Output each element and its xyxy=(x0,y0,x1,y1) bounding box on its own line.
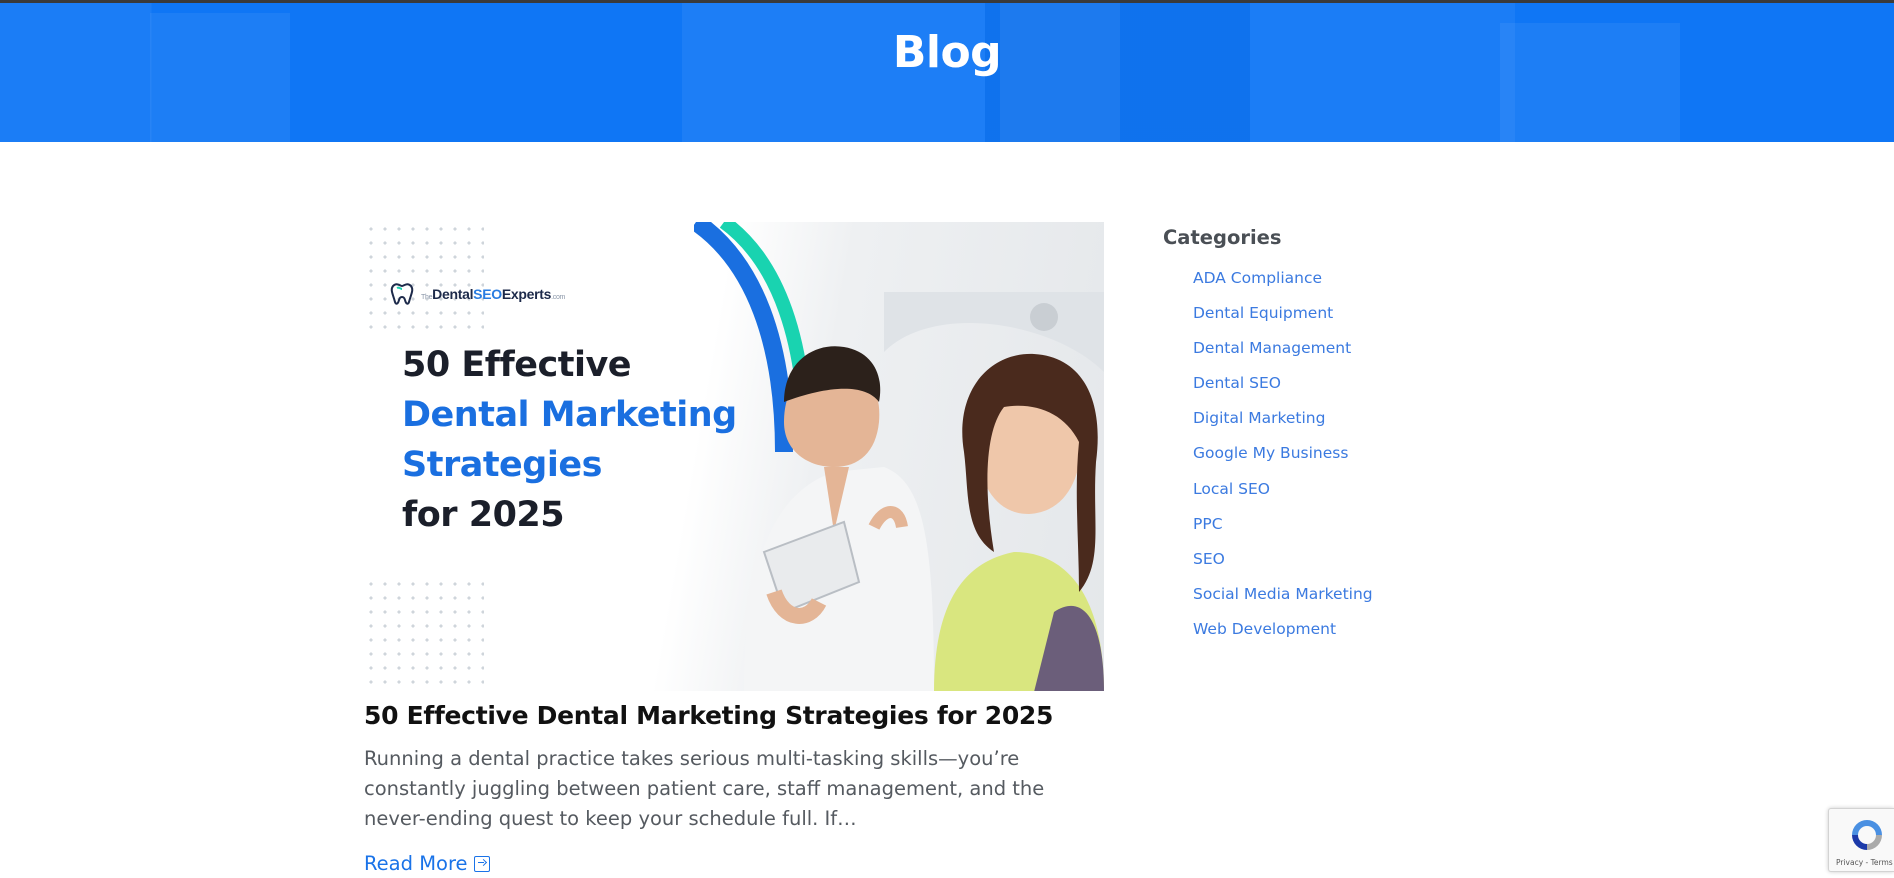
category-link-local-seo[interactable]: Local SEO xyxy=(1193,480,1270,498)
category-link-google-my-business[interactable]: Google My Business xyxy=(1193,444,1348,462)
recaptcha-icon xyxy=(1852,820,1882,850)
recaptcha-legal[interactable]: Privacy - Terms xyxy=(1836,858,1893,867)
category-item: Dental Equipment xyxy=(1193,302,1483,337)
brand-name: TheDentalSEOExperts.com xyxy=(421,286,565,302)
category-link-digital-marketing[interactable]: Digital Marketing xyxy=(1193,409,1325,427)
category-link-social-media-marketing[interactable]: Social Media Marketing xyxy=(1193,585,1373,603)
category-item: PPC xyxy=(1193,513,1483,548)
recaptcha-badge[interactable]: Privacy - Terms xyxy=(1828,808,1894,872)
category-item: Web Development xyxy=(1193,618,1483,653)
category-item: Dental SEO xyxy=(1193,372,1483,407)
category-link-seo[interactable]: SEO xyxy=(1193,550,1225,568)
brand-suffix: .com xyxy=(551,294,566,301)
category-item: SEO xyxy=(1193,548,1483,583)
brand-main: Dental xyxy=(432,286,474,302)
category-item: Local SEO xyxy=(1193,478,1483,513)
brand-prefix: The xyxy=(421,294,433,301)
blog-post-card: TheDentalSEOExperts.com 50 Effective Den… xyxy=(364,222,1104,875)
brand-logo: TheDentalSEOExperts.com xyxy=(389,282,565,306)
post-featured-image[interactable]: TheDentalSEOExperts.com 50 Effective Den… xyxy=(364,222,1104,691)
category-link-dental-equipment[interactable]: Dental Equipment xyxy=(1193,304,1333,322)
read-more-link[interactable]: Read More xyxy=(364,852,490,875)
category-item: Digital Marketing xyxy=(1193,407,1483,442)
category-link-ada-compliance[interactable]: ADA Compliance xyxy=(1193,269,1322,287)
arrow-right-box-icon xyxy=(473,855,490,872)
category-item: Dental Management xyxy=(1193,337,1483,372)
categories-sidebar: Categories ADA Compliance Dental Equipme… xyxy=(1163,226,1483,653)
category-item: Social Media Marketing xyxy=(1193,583,1483,618)
post-title[interactable]: 50 Effective Dental Marketing Strategies… xyxy=(364,701,1104,730)
category-link-ppc[interactable]: PPC xyxy=(1193,515,1223,533)
page-title: Blog xyxy=(892,27,1002,78)
category-link-dental-seo[interactable]: Dental SEO xyxy=(1193,374,1281,392)
dentist-patient-photo xyxy=(744,292,1104,691)
category-item: ADA Compliance xyxy=(1193,267,1483,302)
dot-pattern xyxy=(364,577,484,687)
category-item: Google My Business xyxy=(1193,442,1483,477)
post-excerpt: Running a dental practice takes serious … xyxy=(364,747,1045,830)
tooth-icon xyxy=(390,283,414,305)
categories-heading: Categories xyxy=(1163,226,1282,249)
brand-seo: SEO xyxy=(473,286,502,302)
read-more-label: Read More xyxy=(364,852,468,875)
brand-tail: Experts xyxy=(501,286,552,302)
category-link-dental-management[interactable]: Dental Management xyxy=(1193,339,1351,357)
page-hero: Blog xyxy=(0,3,1894,142)
categories-list: ADA Compliance Dental Equipment Dental M… xyxy=(1163,267,1483,653)
category-link-web-development[interactable]: Web Development xyxy=(1193,620,1336,638)
dot-pattern xyxy=(364,222,484,332)
